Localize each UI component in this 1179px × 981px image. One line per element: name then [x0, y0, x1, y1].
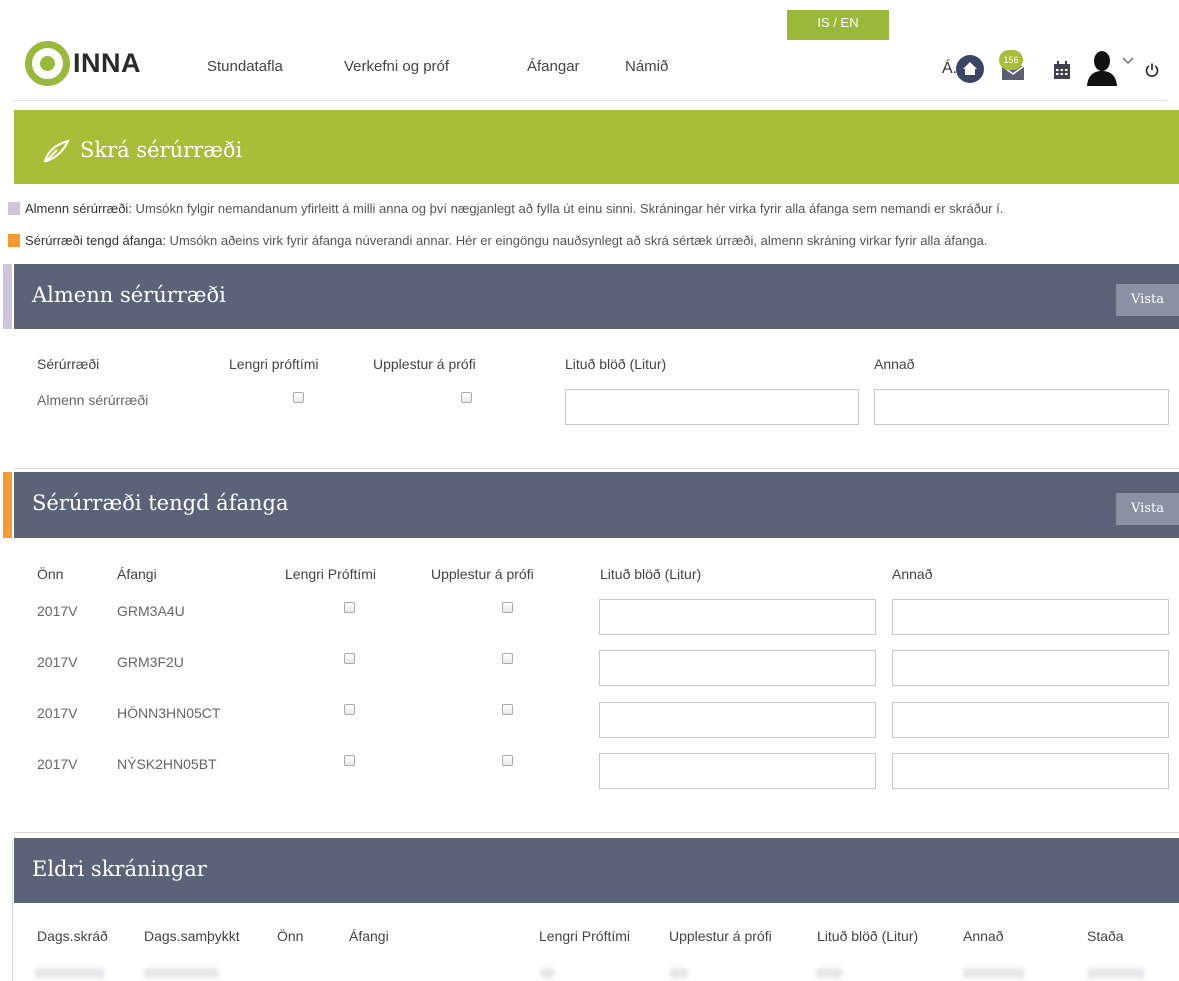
legend-course: Sérúrræði tengd áfanga: Umsókn aðeins vi… [8, 233, 988, 248]
col-onn: Önn [37, 566, 64, 582]
power-icon[interactable] [1145, 62, 1159, 78]
redacted-cell [540, 968, 554, 978]
col-afangi: Áfangi [117, 566, 157, 582]
redacted-cell [1087, 968, 1145, 978]
course-row-term: 2017V [37, 705, 78, 721]
col-stada: Staða [1087, 928, 1124, 944]
col-dags-skrad: Dags.skráð [37, 928, 108, 944]
course-section-marker [3, 472, 12, 538]
nav-item-afangar[interactable]: Áfangar [527, 58, 580, 75]
general-row-label: Almenn sérúrræði [37, 392, 149, 408]
redacted-cell [816, 968, 842, 978]
course-save-button[interactable]: Vista [1116, 493, 1179, 525]
col-lengri-proftimi: Lengri Próftími [285, 566, 377, 582]
col-dags-samthykkt: Dags.samþykkt [144, 928, 240, 944]
col-annad: Annað [874, 356, 915, 372]
legend-general: Almenn sérúrræði: Umsókn fylgir nemandan… [8, 201, 1003, 216]
course-other-input[interactable] [892, 650, 1169, 686]
redacted-cell [144, 968, 219, 978]
redacted-cell [35, 968, 105, 978]
redacted-cell [963, 968, 1025, 978]
legend-general-text: Umsókn fylgir nemandanum yfirleitt á mil… [131, 201, 1004, 216]
course-row-code: GRM3F2U [117, 654, 184, 670]
col-annad: Annað [963, 928, 1004, 944]
history-left-rule [12, 840, 13, 981]
course-section-divider [14, 832, 1179, 833]
general-longer-time-checkbox[interactable] [293, 392, 304, 403]
course-row-term: 2017V [37, 603, 78, 619]
col-upplestur: Upplestur á prófi [373, 356, 476, 372]
course-row-term: 2017V [37, 756, 78, 772]
course-section-header: Sérúrræði tengd áfanga Vista [14, 472, 1179, 538]
legend-course-text: Umsókn aðeins virk fyrir áfanga núverand… [165, 233, 988, 248]
calendar-icon[interactable] [1052, 60, 1072, 80]
course-other-input[interactable] [892, 753, 1169, 789]
mail-count-badge: 156 [999, 50, 1023, 70]
col-litud-blod: Lituð blöð (Litur) [817, 928, 919, 944]
col-annad: Annað [892, 566, 933, 582]
course-marker-swatch [8, 234, 20, 247]
general-section-divider [14, 468, 1179, 469]
col-litud-blod: Lituð blöð (Litur) [565, 356, 667, 372]
chevron-down-icon[interactable] [1121, 56, 1135, 66]
header-divider [12, 100, 1167, 101]
course-other-input[interactable] [892, 702, 1169, 738]
redacted-cell [670, 968, 688, 978]
col-serurraedi: Sérúrræði [37, 356, 100, 372]
general-section-header: Almenn sérúrræði Vista [14, 264, 1179, 329]
course-reading-checkbox[interactable] [502, 755, 513, 766]
course-row-code: NÝSK2HN05BT [117, 756, 217, 772]
course-color-input[interactable] [599, 650, 876, 686]
nav-item-namid[interactable]: Námið [625, 58, 668, 75]
course-longer-time-checkbox[interactable] [344, 704, 355, 715]
user-avatar-icon[interactable] [1085, 50, 1119, 86]
col-afangi: Áfangi [349, 928, 389, 944]
course-other-input[interactable] [892, 599, 1169, 635]
history-section-heading: Eldri skráningar [32, 857, 207, 881]
course-reading-checkbox[interactable] [502, 602, 513, 613]
page-title: Skrá sérúrræði [80, 138, 243, 162]
course-row-term: 2017V [37, 654, 78, 670]
history-section-header: Eldri skráningar [14, 838, 1179, 903]
course-row-code: HÖNN3HN05CT [117, 705, 221, 721]
nav-item-verkefni[interactable]: Verkefni og próf [344, 58, 449, 75]
course-longer-time-checkbox[interactable] [344, 602, 355, 613]
edit-pen-icon [43, 139, 70, 163]
col-upplestur: Upplestur á prófi [431, 566, 534, 582]
language-toggle-button[interactable]: IS / EN [787, 10, 889, 40]
col-onn: Önn [277, 928, 304, 944]
nav-item-stundatafla[interactable]: Stundatafla [207, 58, 283, 75]
course-color-input[interactable] [599, 753, 876, 789]
col-lengri-proftimi: Lengri Próftími [539, 928, 631, 944]
col-lengri-proftimi: Lengri próftími [229, 356, 319, 372]
inna-logo[interactable]: INNA [25, 38, 141, 88]
page-title-banner: Skrá sérúrræði [14, 110, 1179, 184]
home-icon[interactable] [955, 54, 985, 84]
course-section-heading: Sérúrræði tengd áfanga [32, 491, 289, 515]
course-row-code: GRM3A4U [117, 603, 185, 619]
course-color-input[interactable] [599, 599, 876, 635]
general-section-heading: Almenn sérúrræði [32, 283, 226, 307]
col-litud-blod: Lituð blöð (Litur) [600, 566, 702, 582]
logo-text: INNA [73, 47, 141, 78]
course-color-input[interactable] [599, 702, 876, 738]
legend-general-label: Almenn sérúrræði: [25, 201, 132, 216]
general-reading-checkbox[interactable] [461, 392, 472, 403]
course-reading-checkbox[interactable] [502, 704, 513, 715]
course-longer-time-checkbox[interactable] [344, 653, 355, 664]
general-section-marker [3, 264, 12, 329]
general-other-input[interactable] [874, 389, 1169, 425]
general-color-input[interactable] [565, 389, 859, 425]
general-save-button[interactable]: Vista [1116, 284, 1179, 316]
legend-course-label: Sérúrræði tengd áfanga: [25, 233, 166, 248]
logo-mark-icon [25, 40, 70, 86]
col-upplestur: Upplestur á prófi [669, 928, 772, 944]
course-longer-time-checkbox[interactable] [344, 755, 355, 766]
course-reading-checkbox[interactable] [502, 653, 513, 664]
general-marker-swatch [8, 202, 20, 215]
